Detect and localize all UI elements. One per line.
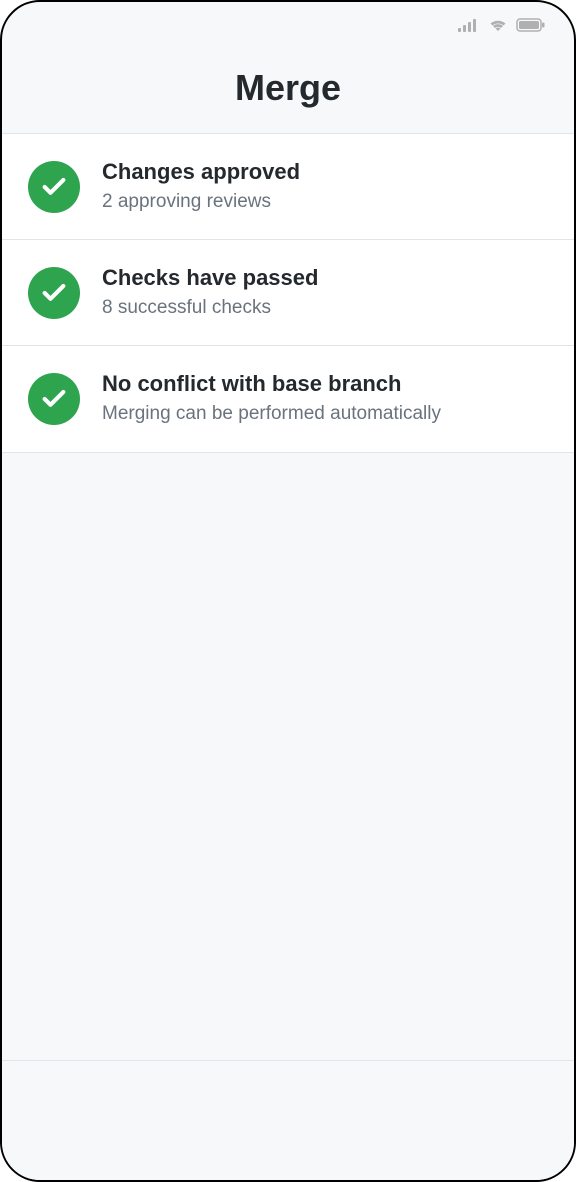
status-text: Checks have passed 8 successful checks	[102, 264, 318, 321]
status-item-checks-passed[interactable]: Checks have passed 8 successful checks	[2, 240, 574, 346]
status-bar	[2, 2, 574, 45]
wifi-icon	[488, 18, 508, 37]
status-text: No conflict with base branch Merging can…	[102, 370, 441, 427]
merge-status-list: Changes approved 2 approving reviews Che…	[2, 133, 574, 453]
status-item-changes-approved[interactable]: Changes approved 2 approving reviews	[2, 134, 574, 240]
status-item-no-conflict[interactable]: No conflict with base branch Merging can…	[2, 346, 574, 452]
page-header: Merge	[2, 45, 574, 133]
status-title: No conflict with base branch	[102, 370, 441, 399]
status-title: Checks have passed	[102, 264, 318, 293]
bottom-toolbar	[2, 1060, 574, 1180]
check-success-icon	[28, 267, 80, 319]
battery-icon	[516, 18, 546, 37]
cellular-signal-icon	[458, 18, 480, 37]
page-title: Merge	[2, 67, 574, 109]
check-success-icon	[28, 373, 80, 425]
status-text: Changes approved 2 approving reviews	[102, 158, 300, 215]
content-area: Changes approved 2 approving reviews Che…	[2, 133, 574, 1180]
status-icons	[458, 18, 546, 37]
status-title: Changes approved	[102, 158, 300, 187]
content-spacer	[2, 453, 574, 1060]
status-subtitle: 8 successful checks	[102, 295, 318, 322]
check-success-icon	[28, 161, 80, 213]
status-subtitle: Merging can be performed automatically	[102, 401, 441, 428]
device-frame: Merge Changes approved 2 approving revie…	[0, 0, 576, 1182]
status-subtitle: 2 approving reviews	[102, 189, 300, 216]
